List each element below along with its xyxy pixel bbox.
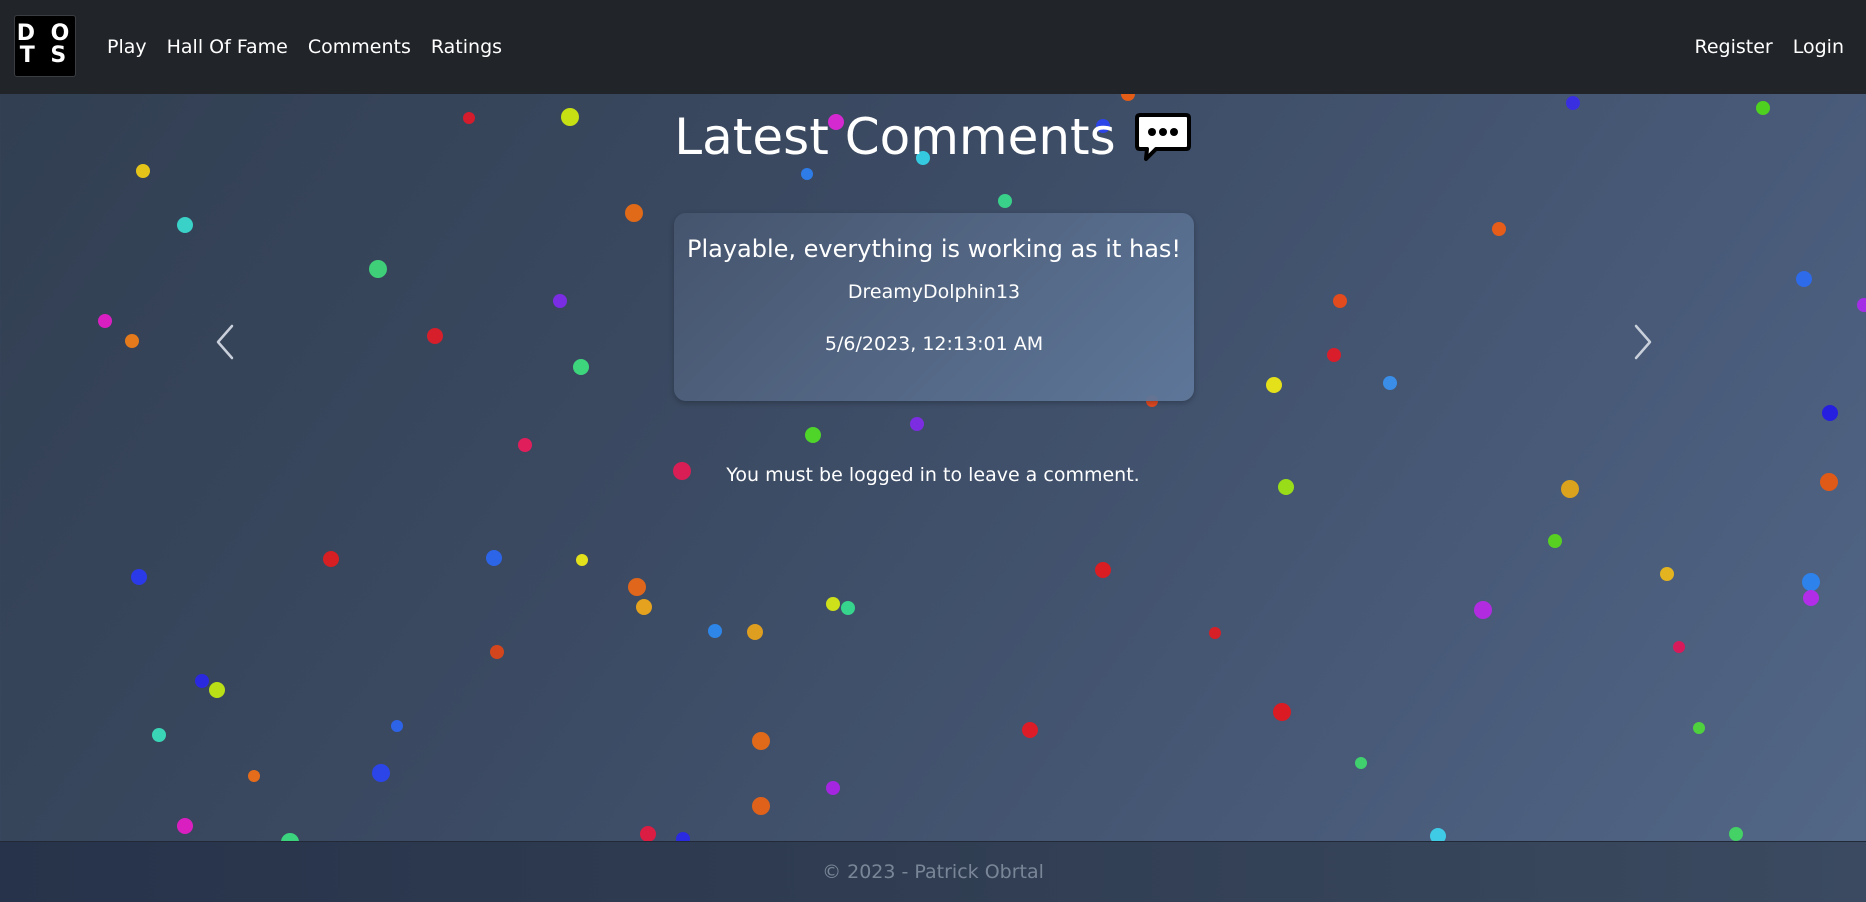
comment-card: Playable, everything is working as it ha… <box>674 213 1194 401</box>
carousel-next-button[interactable] <box>1628 320 1658 364</box>
dots-logo[interactable]: D O T S <box>14 15 76 77</box>
logo-line-1: D O <box>16 21 74 46</box>
nav-link-hall-of-fame[interactable]: Hall Of Fame <box>167 36 288 58</box>
main-content: Latest Comments Playable, everything is … <box>0 94 1866 841</box>
footer-copyright: © 2023 - Patrick Obrtal <box>822 861 1044 883</box>
comment-date: 5/6/2023, 12:13:01 AM <box>824 333 1044 355</box>
nav-link-ratings[interactable]: Ratings <box>431 36 502 58</box>
login-required-note: You must be logged in to leave a comment… <box>726 464 1140 486</box>
footer: © 2023 - Patrick Obrtal <box>0 841 1866 902</box>
page-title-row: Latest Comments <box>0 102 1866 172</box>
page-title-wrap: Latest Comments <box>674 102 1191 172</box>
nav-link-comments[interactable]: Comments <box>308 36 411 58</box>
logo-line-2: T S <box>19 43 71 68</box>
speech-bubble-ellipsis-icon <box>1134 113 1191 161</box>
nav-right: Register Login <box>1695 0 1845 94</box>
nav-link-play[interactable]: Play <box>107 36 147 58</box>
comment-author: DreamyDolphin13 <box>847 281 1021 303</box>
comment-text: Playable, everything is working as it ha… <box>686 235 1182 263</box>
navbar: D O T S Play Hall Of Fame Comments Ratin… <box>0 0 1866 94</box>
carousel-prev-button[interactable] <box>210 320 240 364</box>
nav-link-login[interactable]: Login <box>1793 36 1844 58</box>
page-title: Latest Comments <box>674 108 1116 166</box>
nav-left: Play Hall Of Fame Comments Ratings <box>107 0 502 94</box>
nav-link-register[interactable]: Register <box>1695 36 1773 58</box>
